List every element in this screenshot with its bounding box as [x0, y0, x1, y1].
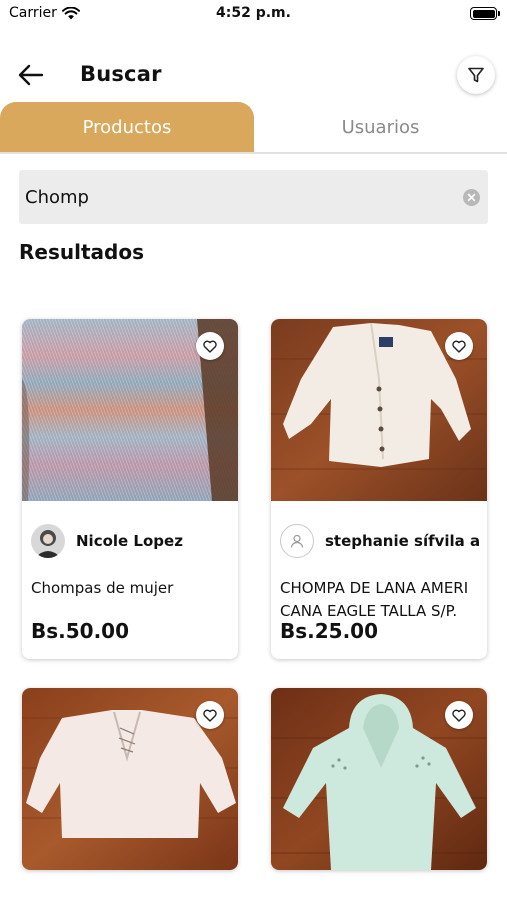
heart-icon — [452, 340, 466, 353]
heart-icon — [452, 709, 466, 722]
results-heading: Resultados — [19, 240, 144, 264]
search-input[interactable] — [25, 170, 445, 224]
favorite-button[interactable] — [445, 332, 473, 360]
product-card[interactable] — [22, 688, 238, 870]
product-photo — [22, 688, 238, 870]
user-placeholder-icon — [290, 534, 304, 548]
product-name: CHOMPA DE LANA AMERI CANA EAGLE TALLA S/… — [280, 579, 469, 620]
avatar — [280, 524, 314, 558]
heart-icon — [203, 709, 217, 722]
tab-products[interactable]: Productos — [0, 102, 254, 152]
filter-funnel-icon — [468, 67, 484, 83]
back-button[interactable] — [16, 62, 46, 88]
clock: 4:52 p.m. — [216, 5, 291, 21]
product-name: Chompas de mujer — [31, 579, 174, 597]
battery-icon — [470, 7, 500, 20]
search-tabs: Productos Usuarios — [0, 102, 507, 154]
seller-info: stephanie sífvila a — [280, 524, 480, 558]
seller-info: Nicole Lopez — [31, 524, 231, 558]
favorite-button[interactable] — [196, 701, 224, 729]
product-photo — [271, 319, 487, 501]
top-bar: Buscar — [0, 48, 507, 104]
product-photo — [22, 319, 238, 501]
heart-icon — [203, 340, 217, 353]
favorite-button[interactable] — [196, 332, 224, 360]
product-card[interactable] — [271, 688, 487, 870]
product-photo — [271, 688, 487, 870]
tab-users[interactable]: Usuarios — [254, 102, 507, 152]
favorite-button[interactable] — [445, 701, 473, 729]
search-box — [19, 170, 488, 224]
filter-button[interactable] — [457, 56, 495, 94]
product-price: Bs.50.00 — [31, 619, 130, 643]
status-bar: Carrier 4:52 p.m. — [0, 0, 507, 28]
arrow-left-icon — [18, 64, 44, 86]
product-card[interactable]: stephanie sífvila a CHOMPA DE LANA AMERI… — [271, 319, 487, 659]
product-card[interactable]: Nicole Lopez Chompas de mujer Bs.50.00 — [22, 319, 238, 659]
product-price: Bs.25.00 — [280, 619, 379, 643]
clear-search-button[interactable] — [463, 189, 480, 206]
seller-name: stephanie sífvila a — [325, 532, 480, 550]
avatar — [31, 524, 65, 558]
seller-name: Nicole Lopez — [76, 532, 183, 550]
page-title: Buscar — [80, 62, 162, 86]
close-icon — [467, 193, 476, 202]
